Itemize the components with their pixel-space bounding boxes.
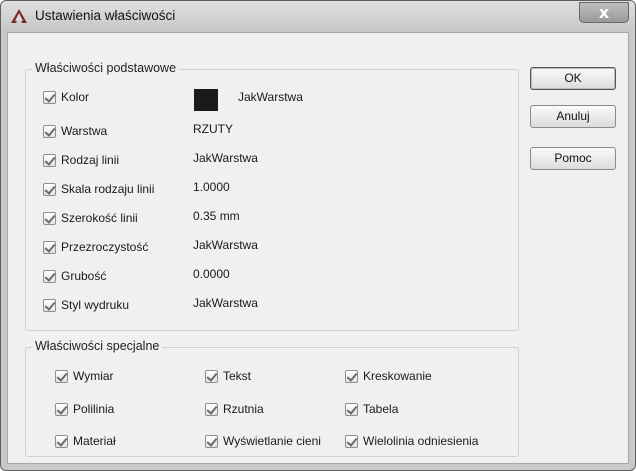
special-properties-group: Właściwości specjalne Wymiar Tekst Kresk… [25, 339, 519, 457]
properties-dialog: Ustawienia właściwości x Właściwości pod… [0, 0, 636, 471]
check-icon[interactable] [345, 402, 358, 416]
checkbox-grubosc[interactable]: Grubość [43, 267, 106, 285]
value-warstwa: RZUTY [193, 122, 233, 136]
check-icon[interactable] [345, 434, 358, 448]
value-szerokosc-linii: 0.35 mm [193, 209, 240, 223]
check-icon[interactable] [55, 402, 68, 416]
check-icon[interactable] [55, 434, 68, 448]
value-rodzaj-linii: JakWarstwa [193, 151, 258, 165]
checkbox-tekst[interactable]: Tekst [205, 367, 251, 385]
checkbox-label: Tekst [223, 369, 252, 383]
checkbox-label: Szerokość linii [61, 211, 138, 225]
value-grubosc: 0.0000 [193, 267, 230, 281]
checkbox-wyswietlanie-cieni[interactable]: Wyświetlanie cieni [205, 432, 321, 450]
checkbox-wymiar[interactable]: Wymiar [55, 367, 114, 385]
checkbox-label: Styl wydruku [61, 298, 130, 312]
checkbox-szerokosc-linii[interactable]: Szerokość linii [43, 209, 138, 227]
check-icon[interactable] [55, 369, 68, 383]
value-styl-wydruku: JakWarstwa [193, 296, 258, 310]
checkbox-wielolinia-odniesienia[interactable]: Wielolinia odniesienia [345, 432, 478, 450]
checkbox-przezroczystosc[interactable]: Przezroczystość [43, 238, 148, 256]
basic-properties-group: Właściwości podstawowe Kolor JakWarstwa … [25, 61, 519, 331]
checkbox-kreskowanie[interactable]: Kreskowanie [345, 367, 432, 385]
title-bar[interactable]: Ustawienia właściwości x [1, 1, 635, 31]
check-icon[interactable] [43, 153, 56, 167]
check-icon[interactable] [43, 298, 56, 312]
checkbox-label: Tabela [363, 402, 399, 416]
check-icon[interactable] [205, 369, 218, 383]
check-icon[interactable] [205, 402, 218, 416]
check-icon[interactable] [43, 90, 56, 104]
checkbox-rzutnia[interactable]: Rzutnia [205, 400, 264, 418]
check-icon[interactable] [43, 182, 56, 196]
checkbox-label: Materiał [73, 434, 116, 448]
cancel-button[interactable]: Anuluj [530, 105, 616, 128]
special-properties-legend: Właściwości specjalne [32, 339, 163, 353]
help-button[interactable]: Pomoc [530, 147, 616, 170]
value-skala-rodzaju-linii: 1.0000 [193, 180, 230, 194]
window-title: Ustawienia właściwości [35, 8, 176, 23]
value-przezroczystosc: JakWarstwa [193, 238, 258, 252]
checkbox-skala-rodzaju-linii[interactable]: Skala rodzaju linii [43, 180, 154, 198]
basic-properties-legend: Właściwości podstawowe [32, 61, 180, 75]
autocad-icon [11, 9, 27, 23]
checkbox-label: Wymiar [73, 369, 114, 383]
value-kolor: JakWarstwa [238, 90, 303, 104]
check-icon[interactable] [43, 211, 56, 225]
dialog-client-area: Właściwości podstawowe Kolor JakWarstwa … [7, 32, 629, 464]
ok-button[interactable]: OK [530, 67, 616, 90]
checkbox-label: Warstwa [61, 124, 108, 138]
check-icon[interactable] [345, 369, 358, 383]
checkbox-styl-wydruku[interactable]: Styl wydruku [43, 296, 129, 314]
check-icon[interactable] [205, 434, 218, 448]
checkbox-tabela[interactable]: Tabela [345, 400, 398, 418]
checkbox-label: Skala rodzaju linii [61, 182, 155, 196]
checkbox-rodzaj-linii[interactable]: Rodzaj linii [43, 151, 119, 169]
checkbox-label: Rzutnia [223, 402, 264, 416]
checkbox-label: Kreskowanie [363, 369, 432, 383]
checkbox-label: Polilinia [73, 402, 115, 416]
color-swatch [194, 89, 218, 111]
close-button[interactable]: x [579, 2, 629, 23]
check-icon[interactable] [43, 240, 56, 254]
checkbox-label: Wyświetlanie cieni [223, 434, 321, 448]
checkbox-label: Przezroczystość [61, 240, 149, 254]
checkbox-label: Rodzaj linii [61, 153, 120, 167]
close-icon: x [598, 3, 610, 22]
checkbox-label: Grubość [61, 269, 107, 283]
checkbox-label: Kolor [61, 90, 90, 104]
check-icon[interactable] [43, 124, 56, 138]
check-icon[interactable] [43, 269, 56, 283]
checkbox-warstwa[interactable]: Warstwa [43, 122, 107, 140]
checkbox-kolor[interactable]: Kolor [43, 88, 89, 106]
checkbox-material[interactable]: Materiał [55, 432, 116, 450]
checkbox-polilinia[interactable]: Polilinia [55, 400, 114, 418]
checkbox-label: Wielolinia odniesienia [363, 434, 479, 448]
